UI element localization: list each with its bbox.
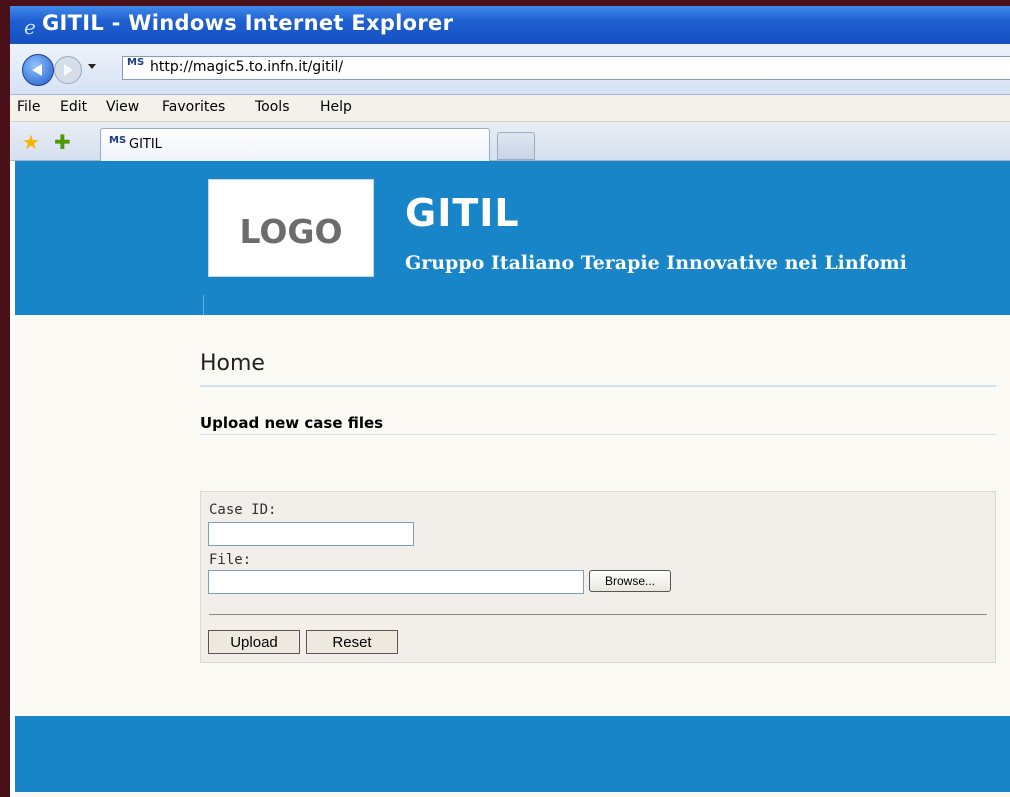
menu-tools[interactable]: Tools [255, 99, 290, 115]
site-title: GITIL [405, 191, 520, 235]
reset-button[interactable]: Reset [306, 630, 398, 654]
case-id-label: Case ID: [209, 502, 277, 518]
forward-button[interactable] [54, 56, 82, 84]
site-subtitle: Gruppo Italiano Terapie Innovative nei L… [405, 252, 907, 274]
site-logo[interactable]: LOGO [208, 179, 374, 277]
address-url[interactable]: http://magic5.to.infn.it/gitil/ [150, 59, 343, 75]
logo-text: LOGO [239, 212, 343, 251]
upload-form: Case ID: File: Browse... Upload Reset [200, 491, 996, 663]
menu-help[interactable]: Help [320, 99, 352, 115]
address-input[interactable]: MS http://magic5.to.infn.it/gitil/ [122, 56, 1010, 80]
window-title: GITIL - Windows Internet Explorer [42, 11, 454, 35]
form-divider [209, 614, 987, 615]
back-button[interactable] [22, 54, 54, 86]
tab-label: GITIL [129, 137, 162, 152]
file-path-input[interactable] [208, 570, 584, 594]
case-id-input[interactable] [208, 522, 414, 546]
window-titlebar[interactable]: e GITIL - Windows Internet Explorer [10, 6, 1010, 44]
site-header: LOGO GITIL Gruppo Italiano Terapie Innov… [15, 161, 1010, 315]
file-label: File: [209, 552, 252, 568]
browse-button[interactable]: Browse... [589, 570, 671, 592]
site-favicon-icon: MS [127, 57, 145, 68]
page-title: Home [200, 351, 265, 376]
favorites-star-icon[interactable]: ★ [22, 130, 40, 155]
tab-bar: ★ ✚ MS GITIL [10, 122, 1010, 161]
add-favorites-icon[interactable]: ✚ [54, 130, 71, 155]
window-frame-left [0, 0, 10, 797]
ie-logo-icon: e [24, 15, 36, 39]
menu-favorites[interactable]: Favorites [162, 99, 225, 115]
site-footer [15, 716, 1010, 792]
upload-button[interactable]: Upload [208, 630, 300, 654]
tab-gitil[interactable]: MS GITIL [100, 128, 490, 161]
web-page: LOGO GITIL Gruppo Italiano Terapie Innov… [15, 161, 1010, 797]
menu-edit[interactable]: Edit [60, 99, 87, 115]
section-title-rule [200, 434, 996, 435]
recent-pages-dropdown-icon[interactable] [88, 64, 96, 69]
menu-bar: File Edit View Favorites Tools Help [10, 95, 1010, 122]
header-divider [203, 295, 204, 315]
address-toolbar: MS http://magic5.to.infn.it/gitil/ [10, 44, 1010, 95]
menu-file[interactable]: File [17, 99, 40, 115]
page-title-rule [200, 385, 996, 387]
menu-view[interactable]: View [106, 99, 139, 115]
new-tab-button[interactable] [497, 132, 535, 160]
section-title: Upload new case files [200, 414, 384, 432]
tab-favicon-icon: MS [109, 135, 127, 146]
